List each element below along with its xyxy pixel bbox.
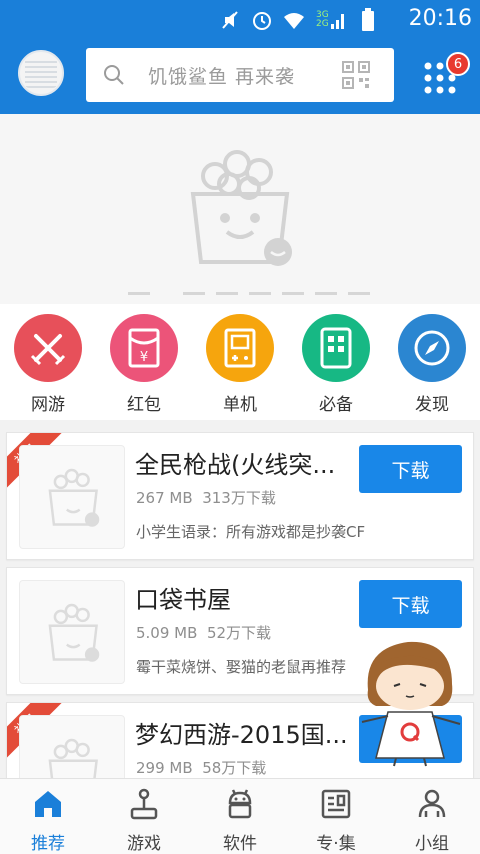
status-bar: 3G 2G 20:16 xyxy=(0,0,480,40)
carousel-dot xyxy=(249,292,271,295)
category-red-packet[interactable]: ¥ 红包 xyxy=(104,314,184,415)
category-label: 单机 xyxy=(223,395,257,415)
clock: 20:16 xyxy=(408,6,472,31)
search-icon xyxy=(104,65,124,85)
app-size: 299 MB xyxy=(136,759,193,777)
tab-software[interactable]: 软件 xyxy=(192,787,288,854)
category-essentials[interactable]: 必备 xyxy=(296,314,376,415)
category-discover[interactable]: 发现 xyxy=(392,314,472,415)
app-size: 5.09 MB xyxy=(136,624,198,642)
tab-games[interactable]: 游戏 xyxy=(96,787,192,854)
carousel-dot xyxy=(216,292,238,295)
category-label: 发现 xyxy=(415,395,449,415)
app-header: 饥饿鲨鱼 再来袭 6 xyxy=(0,40,480,114)
bottom-navigation: 推荐 游戏 软件 专·集 小组 xyxy=(0,778,480,854)
mute-icon xyxy=(218,8,242,32)
app-meta: 267 MB 313万下载 xyxy=(136,487,276,508)
carousel-dot xyxy=(315,292,337,295)
android-icon xyxy=(228,789,252,819)
app-downloads: 313万下载 xyxy=(202,489,276,507)
placeholder-bag-icon xyxy=(190,150,292,266)
tab-label: 专·集 xyxy=(316,834,356,854)
tab-collections[interactable]: 专·集 xyxy=(288,787,384,854)
carousel-indicators xyxy=(128,292,370,295)
download-button[interactable]: 下载 xyxy=(359,445,462,493)
carousel-dot xyxy=(348,292,370,295)
carousel-dot xyxy=(183,292,205,295)
category-single-player[interactable]: 单机 xyxy=(200,314,280,415)
app-card[interactable]: 礼包 全民枪战(火线突... 267 MB 313万下载 小学生语录：所有游戏都… xyxy=(6,432,474,560)
app-size: 267 MB xyxy=(136,489,193,507)
tab-label: 推荐 xyxy=(31,834,65,854)
home-icon xyxy=(35,791,61,817)
app-thumbnail xyxy=(19,445,125,549)
app-title: 梦幻西游-2015国... xyxy=(135,721,348,749)
carousel-dot xyxy=(128,292,150,295)
battery-icon xyxy=(356,8,380,32)
banner-carousel[interactable] xyxy=(0,114,480,304)
red-packet-icon: ¥ xyxy=(110,314,178,382)
phone-apps-icon xyxy=(302,314,370,382)
group-icon xyxy=(418,789,446,818)
app-meta: 5.09 MB 52万下载 xyxy=(136,622,271,643)
app-meta: 299 MB 58万下载 xyxy=(136,757,266,778)
avatar[interactable] xyxy=(18,50,64,96)
tab-label: 游戏 xyxy=(127,834,161,854)
category-label: 必备 xyxy=(319,395,353,415)
app-downloads: 52万下载 xyxy=(206,624,272,642)
wifi-icon xyxy=(282,8,306,32)
placeholder-bag-icon xyxy=(48,468,100,527)
floating-mascot-icon[interactable] xyxy=(356,632,464,768)
search-bar[interactable]: 饥饿鲨鱼 再来袭 xyxy=(86,48,394,102)
crossed-swords-icon xyxy=(14,314,82,382)
app-thumbnail xyxy=(19,580,125,684)
qr-scan-icon[interactable] xyxy=(342,61,370,89)
download-button[interactable]: 下载 xyxy=(359,580,462,628)
app-downloads: 58万下载 xyxy=(202,759,267,777)
placeholder-bag-icon xyxy=(48,603,100,662)
joystick-icon xyxy=(130,788,158,820)
handheld-console-icon xyxy=(206,314,274,382)
category-label: 网游 xyxy=(31,395,65,415)
newspaper-icon xyxy=(321,789,351,819)
app-title: 口袋书屋 xyxy=(135,586,231,614)
category-row: 网游 ¥ 红包 单机 必备 发现 xyxy=(0,304,480,420)
app-title: 全民枪战(火线突... xyxy=(135,451,336,479)
search-placeholder: 饥饿鲨鱼 再来袭 xyxy=(148,66,296,88)
svg-text:¥: ¥ xyxy=(140,350,148,365)
notification-badge: 6 xyxy=(446,52,470,76)
app-description: 小学生语录：所有游戏都是抄袭CF xyxy=(136,523,366,541)
tab-recommend[interactable]: 推荐 xyxy=(0,787,96,854)
signal-icon: 3G 2G xyxy=(314,8,348,32)
carousel-dot xyxy=(282,292,304,295)
tab-label: 小组 xyxy=(415,834,449,854)
tab-label: 软件 xyxy=(223,834,257,854)
tab-groups[interactable]: 小组 xyxy=(384,787,480,854)
category-online-games[interactable]: 网游 xyxy=(8,314,88,415)
compass-icon xyxy=(398,314,466,382)
category-label: 红包 xyxy=(127,395,161,415)
alarm-icon xyxy=(250,8,274,32)
